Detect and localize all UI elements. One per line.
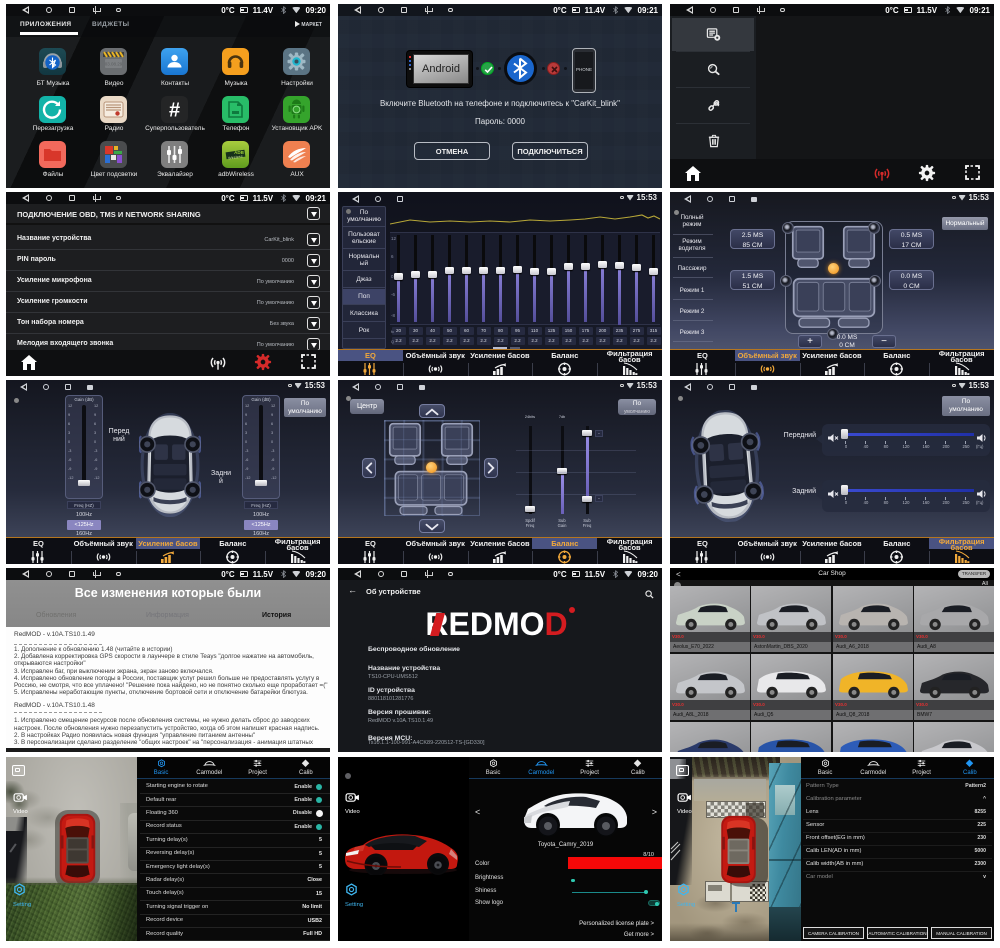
svg-text:#: # [169,100,180,122]
svg-text:Wireless: Wireless [228,155,243,161]
svg-text:03.08.29: 03.08.29 [105,62,123,67]
